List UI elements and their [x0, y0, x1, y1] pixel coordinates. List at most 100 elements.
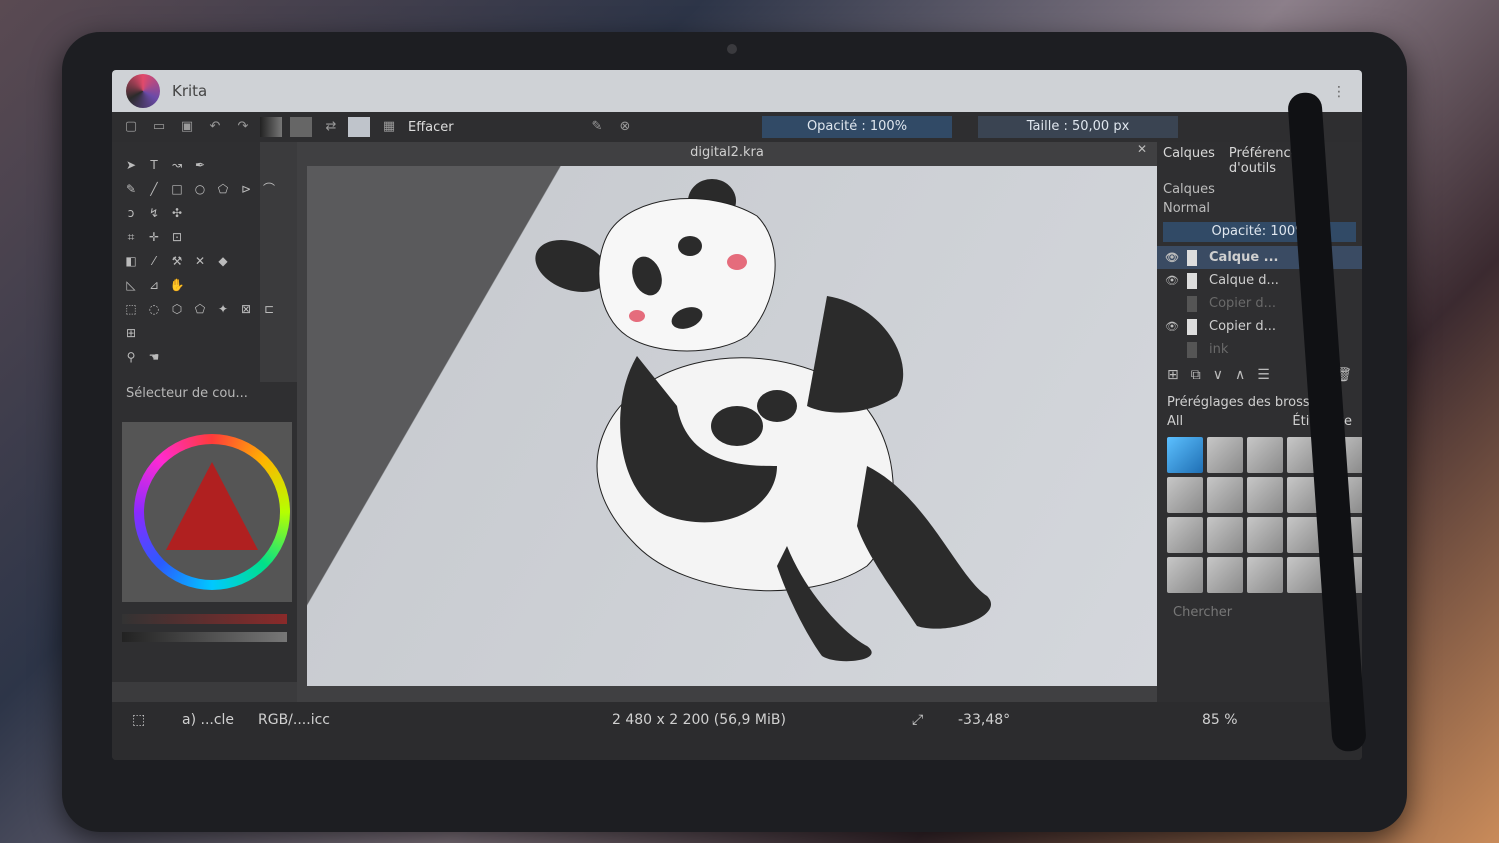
brush-preset[interactable]	[1207, 477, 1243, 513]
brush-preset[interactable]	[1247, 517, 1283, 553]
reference-tool-icon[interactable]: ⊿	[145, 276, 163, 294]
kebab-icon[interactable]: ⋮	[1332, 84, 1346, 100]
dock-tabs: Calques Préférences d'outils	[1157, 142, 1362, 180]
gradient-tool-icon[interactable]: ◧	[122, 252, 140, 270]
similar-select-icon[interactable]: ⊠	[237, 300, 255, 318]
redo-icon[interactable]: ↷	[234, 118, 252, 136]
move-layer-down-icon[interactable]: ∨	[1213, 367, 1223, 383]
opacity-slider[interactable]: Opacité : 100%	[762, 116, 952, 138]
line-tool-icon[interactable]: ╱	[145, 180, 163, 198]
rectangle-tool-icon[interactable]: □	[168, 180, 186, 198]
color-picker-icon[interactable]: ⁄	[145, 252, 163, 270]
rotate-icon[interactable]: ⤢	[912, 712, 923, 728]
open-document-icon[interactable]: ▭	[150, 118, 168, 136]
canvas-area: digital2.kra ✕	[297, 142, 1157, 702]
rect-select-icon[interactable]: ⬚	[122, 300, 140, 318]
brush-preset[interactable]	[1287, 557, 1323, 593]
hand-tool-icon[interactable]: ☚	[145, 348, 163, 366]
brush-preset[interactable]	[1207, 437, 1243, 473]
brush-preset[interactable]	[1167, 517, 1203, 553]
layer-lock-icon[interactable]: ⬚	[132, 712, 145, 728]
pattern-swatch[interactable]	[290, 117, 312, 137]
multibrush-icon[interactable]: ✣	[168, 204, 186, 222]
brush-preset[interactable]	[1167, 477, 1203, 513]
assistant-tool-icon[interactable]: ✕	[191, 252, 209, 270]
color-history-bar[interactable]	[122, 614, 287, 624]
swap-colors-icon[interactable]: ⇄	[322, 118, 340, 136]
brush-preset[interactable]	[1167, 557, 1203, 593]
close-document-icon[interactable]: ✕	[1137, 142, 1147, 156]
layer-name: Copier d...	[1209, 319, 1277, 334]
duplicate-layer-icon[interactable]: ⧉	[1191, 367, 1201, 383]
brush-preset-eraser[interactable]	[1167, 437, 1203, 473]
calligraphy-icon[interactable]: ✒	[191, 156, 209, 174]
eye-icon[interactable]: 👁	[1165, 274, 1181, 287]
brush-preset[interactable]	[1247, 477, 1283, 513]
text-tool-icon[interactable]: T	[145, 156, 163, 174]
brush-preset-swatch[interactable]	[348, 117, 370, 137]
smart-patch-icon[interactable]: ⚒	[168, 252, 186, 270]
saturation-triangle[interactable]	[166, 462, 258, 550]
profile-short-label: a) ...cle	[182, 712, 235, 728]
layer-name: Calque d...	[1209, 273, 1279, 288]
color-selector-title: Sélecteur de cou...	[126, 386, 248, 401]
panda-drawing	[535, 179, 991, 662]
brush-tool-icon[interactable]: ✎	[122, 180, 140, 198]
shade-bar[interactable]	[122, 632, 287, 642]
rotation-value[interactable]: -33,48°	[958, 712, 1010, 728]
color-selector-docker: Sélecteur de cou...	[112, 382, 297, 682]
pan-tool-icon[interactable]: ✋	[168, 276, 186, 294]
layer-properties-icon[interactable]: ☰	[1257, 367, 1270, 383]
freehand-select-icon[interactable]: ⬠	[191, 300, 209, 318]
edit-shape-icon[interactable]: ↝	[168, 156, 186, 174]
brush-preset[interactable]	[1207, 517, 1243, 553]
grid-icon[interactable]: ▦	[380, 118, 398, 136]
brush-preset[interactable]	[1247, 557, 1283, 593]
gradient-swatch[interactable]	[260, 117, 282, 137]
transform-tool-icon[interactable]: ⊡	[168, 228, 186, 246]
crop-tool-icon[interactable]: ⌗	[122, 228, 140, 246]
drawing-canvas[interactable]	[307, 166, 1157, 686]
save-document-icon[interactable]: ▣	[178, 118, 196, 136]
polygon-tool-icon[interactable]: ⬠	[214, 180, 232, 198]
hue-ring[interactable]	[134, 434, 290, 590]
zoom-value[interactable]: 85 %	[1202, 712, 1238, 728]
zoom-tool-icon[interactable]: ⚲	[122, 348, 140, 366]
magic-wand-icon[interactable]: ✦	[214, 300, 232, 318]
eye-icon[interactable]: 👁	[1165, 251, 1181, 264]
move-layer-up-icon[interactable]: ∧	[1235, 367, 1245, 383]
new-document-icon[interactable]: ▢	[122, 118, 140, 136]
move-tool-icon[interactable]: ✛	[145, 228, 163, 246]
alpha-lock-icon[interactable]: ⊗	[616, 118, 634, 136]
select-shape-icon[interactable]: ➤	[122, 156, 140, 174]
brush-preset[interactable]	[1247, 437, 1283, 473]
wheel-inner	[144, 444, 280, 580]
dynamic-brush-icon[interactable]: ↯	[145, 204, 163, 222]
fill-tool-icon[interactable]: ◆	[214, 252, 232, 270]
preset-filter-select[interactable]: All	[1167, 414, 1183, 429]
polyline-tool-icon[interactable]: ⊳	[237, 180, 255, 198]
ellipse-select-icon[interactable]: ◌	[145, 300, 163, 318]
size-slider[interactable]: Taille : 50,00 px	[978, 116, 1178, 138]
polygon-select-icon[interactable]: ⬡	[168, 300, 186, 318]
measure-tool-icon[interactable]: ◺	[122, 276, 140, 294]
bezier-tool-icon[interactable]: ⌒	[260, 180, 278, 198]
bezier-select-icon[interactable]: ⊏	[260, 300, 278, 318]
undo-icon[interactable]: ↶	[206, 118, 224, 136]
tab-layers[interactable]: Calques	[1163, 146, 1215, 176]
ellipse-tool-icon[interactable]: ○	[191, 180, 209, 198]
eye-icon[interactable]: 👁	[1165, 320, 1181, 333]
eraser-mode-icon[interactable]: ✎	[588, 118, 606, 136]
brush-preset[interactable]	[1207, 557, 1243, 593]
add-layer-icon[interactable]: ⊞	[1167, 367, 1179, 383]
magnetic-select-icon[interactable]: ⊞	[122, 324, 140, 342]
blend-mode-select[interactable]: Normal	[1157, 199, 1362, 218]
freehand-path-icon[interactable]: ↄ	[122, 204, 140, 222]
